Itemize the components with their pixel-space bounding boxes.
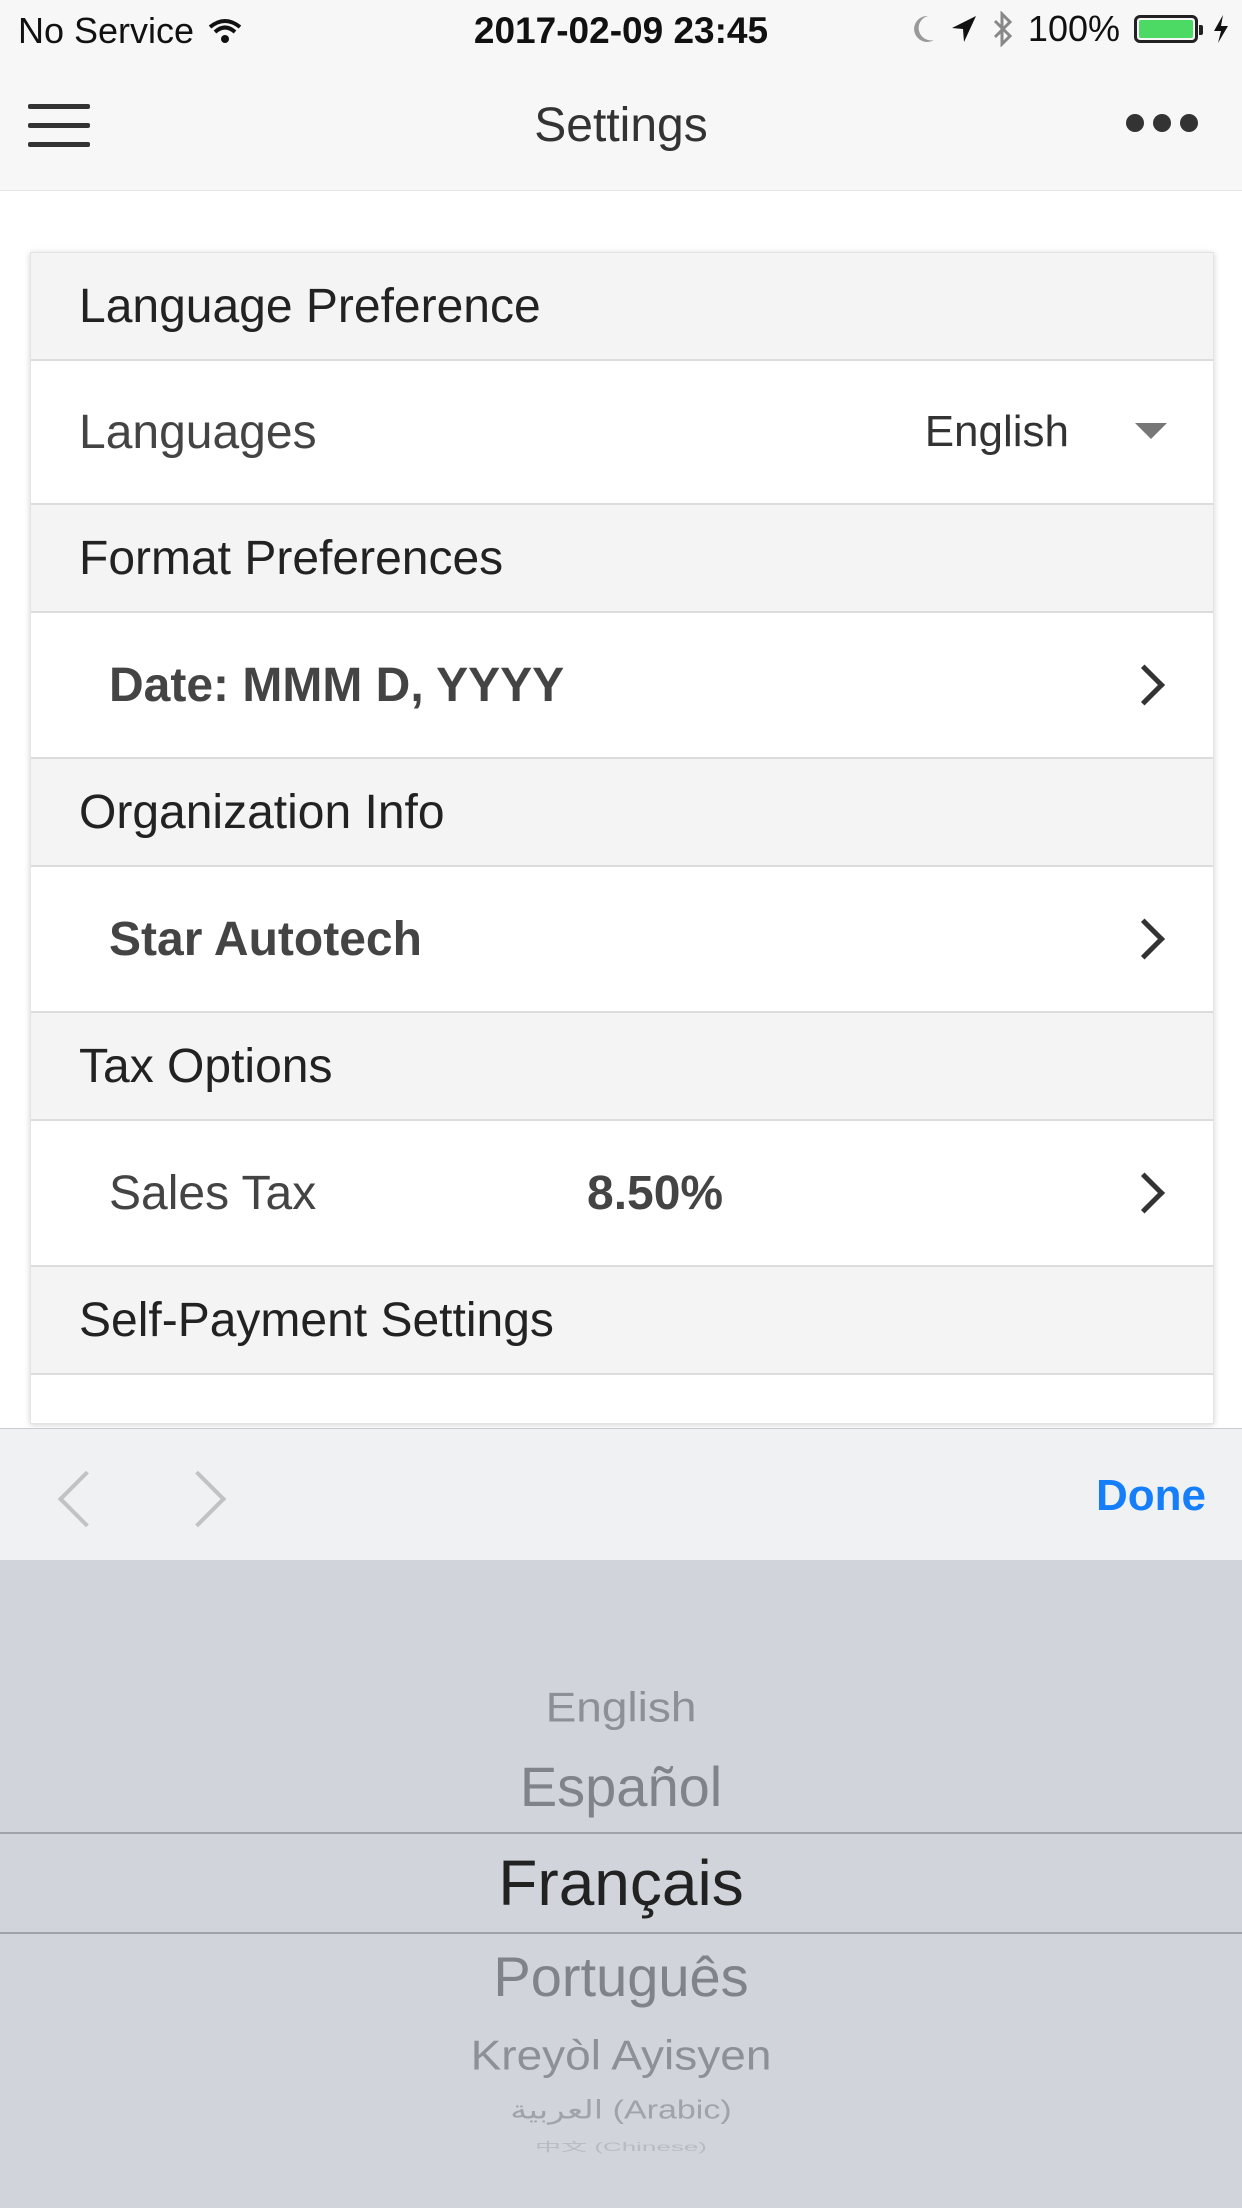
status-bar: No Service 2017-02-09 23:45 100% bbox=[0, 0, 1242, 62]
picker-option[interactable]: العربية (Arabic) bbox=[0, 2095, 1242, 2125]
moon-icon bbox=[914, 15, 934, 42]
sales-tax-label: Sales Tax bbox=[109, 1166, 317, 1220]
next-field-icon[interactable] bbox=[169, 1470, 227, 1528]
section-header-tax: Tax Options bbox=[31, 1013, 1213, 1121]
chevron-right-icon bbox=[1123, 918, 1166, 960]
picker-option[interactable]: Español bbox=[0, 1754, 1242, 1819]
status-right: 100% bbox=[910, 8, 1230, 50]
picker-toolbar: Done bbox=[0, 1428, 1242, 1561]
section-header-language: Language Preference bbox=[31, 253, 1213, 361]
more-dots-icon[interactable] bbox=[1126, 114, 1198, 132]
caret-down-icon[interactable] bbox=[1135, 423, 1167, 439]
sales-tax-row[interactable]: Sales Tax 8.50% bbox=[31, 1121, 1213, 1267]
section-header-format: Format Preferences bbox=[31, 505, 1213, 613]
done-button[interactable]: Done bbox=[1096, 1471, 1206, 1521]
picker-option[interactable]: Português bbox=[0, 1944, 1242, 2009]
chevron-right-icon bbox=[1123, 1172, 1166, 1214]
picker-option[interactable]: 中文 (Chinese) bbox=[0, 2138, 1242, 2155]
battery-icon bbox=[1134, 15, 1203, 43]
location-arrow-icon bbox=[951, 16, 976, 42]
charging-bolt-icon bbox=[1214, 15, 1228, 43]
bluetooth-icon bbox=[993, 11, 1013, 47]
organization-row[interactable]: Star Autotech bbox=[31, 867, 1213, 1013]
section-header-organization: Organization Info bbox=[31, 759, 1213, 867]
date-format-label: Date: MMM D, YYYY bbox=[109, 658, 565, 712]
organization-name: Star Autotech bbox=[109, 912, 422, 966]
chevron-right-icon bbox=[1123, 664, 1166, 706]
picker-option-selected[interactable]: Français bbox=[0, 1846, 1242, 1920]
date-format-row[interactable]: Date: MMM D, YYYY bbox=[31, 613, 1213, 759]
languages-select-value[interactable]: English bbox=[925, 407, 1069, 457]
battery-percent: 100% bbox=[1027, 8, 1120, 49]
nav-bar: Settings bbox=[0, 62, 1242, 191]
languages-row[interactable]: Languages English bbox=[31, 361, 1213, 505]
languages-label: Languages bbox=[79, 405, 317, 459]
language-picker[interactable]: English Español Français Português Kreyò… bbox=[0, 1560, 1242, 2208]
previous-field-icon[interactable] bbox=[57, 1470, 115, 1528]
page-title: Settings bbox=[534, 99, 708, 152]
sales-tax-value: 8.50% bbox=[587, 1166, 724, 1220]
picker-option[interactable]: English bbox=[0, 1683, 1242, 1732]
section-header-self-payment: Self-Payment Settings bbox=[31, 1267, 1213, 1375]
picker-option[interactable]: Kreyòl Ayisyen bbox=[0, 2031, 1242, 2080]
settings-card: Language Preference Languages English Fo… bbox=[30, 252, 1214, 1424]
